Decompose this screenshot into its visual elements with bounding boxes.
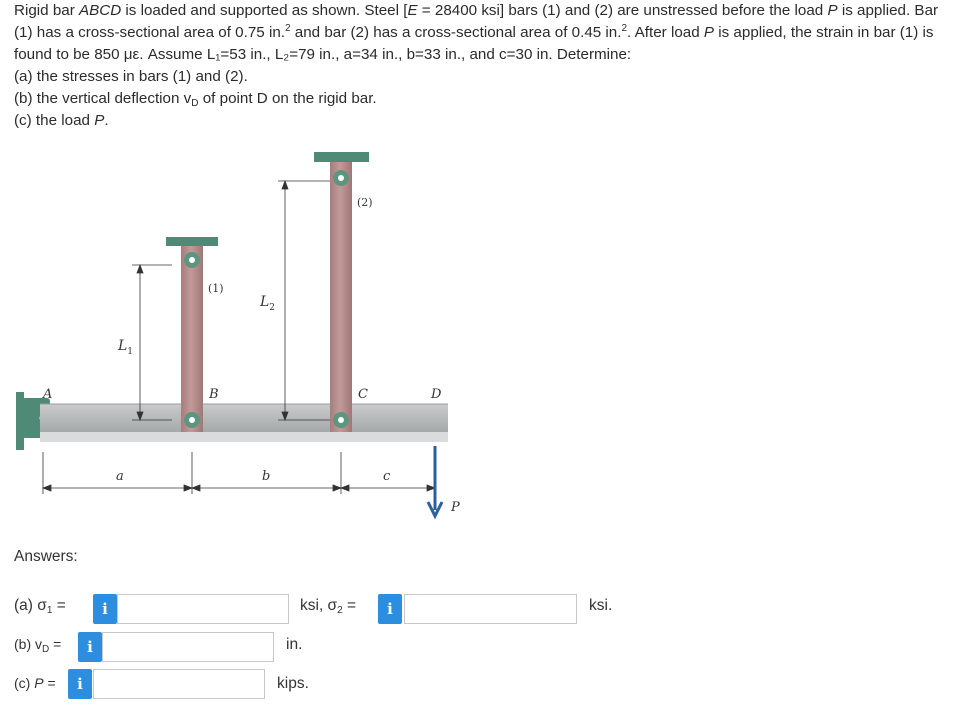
answer-a-unit: ksi. xyxy=(589,597,613,614)
answer-a-mid-label: ksi, σ2 = xyxy=(300,597,357,616)
label-a-dim: a xyxy=(116,469,124,484)
pin-bar1-top xyxy=(189,257,195,263)
pin-c xyxy=(338,417,344,423)
label-bar-2: (2) xyxy=(357,196,373,209)
label-l1: L1 xyxy=(117,338,133,357)
dimension-abc xyxy=(41,452,437,494)
label-c-point: C xyxy=(358,387,368,402)
label-c-dim: c xyxy=(383,469,391,484)
vd-input[interactable] xyxy=(102,632,274,662)
problem-line-2: (1) has a cross-sectional area of 0.75 i… xyxy=(14,23,934,42)
info-icon[interactable]: i xyxy=(68,669,92,699)
label-b-point: B xyxy=(208,387,219,402)
problem-part-b: (b) the vertical deflection vD of point … xyxy=(14,90,377,109)
problem-line-3: found to be 850 με. Assume L₁=53 in., L₂… xyxy=(14,46,632,63)
sigma1-input[interactable] xyxy=(117,594,289,624)
dimension-l1 xyxy=(132,263,172,422)
pin-b xyxy=(189,417,195,423)
rigid-bar-figure: L1 L2 (1) (2) A B C D a b c P xyxy=(16,152,460,520)
info-icon[interactable]: i xyxy=(78,632,102,662)
label-p: P xyxy=(450,500,460,515)
answer-b-label: (b) vD = xyxy=(14,636,62,655)
label-b-dim: b xyxy=(262,469,270,484)
bar-1 xyxy=(166,237,218,432)
answers-heading: Answers: xyxy=(14,548,78,565)
label-d-point: D xyxy=(430,387,442,402)
load-p-input[interactable] xyxy=(93,669,265,699)
problem-part-c: (c) the load P. xyxy=(14,112,109,129)
info-icon[interactable]: i xyxy=(378,594,402,624)
pin-bar2-top xyxy=(338,175,344,181)
label-l2: L2 xyxy=(259,294,275,313)
answer-b-unit: in. xyxy=(286,636,303,653)
sigma2-input[interactable] xyxy=(404,594,577,624)
load-p-arrow xyxy=(426,446,444,520)
answer-c-label: (c) P = xyxy=(14,675,56,691)
problem-part-a: (a) the stresses in bars (1) and (2). xyxy=(14,68,248,85)
problem-line-1: Rigid bar ABCD is loaded and supported a… xyxy=(14,2,939,19)
dimension-l2 xyxy=(278,179,330,422)
label-a-point: A xyxy=(42,387,52,402)
info-icon[interactable]: i xyxy=(93,594,117,624)
label-bar-1: (1) xyxy=(208,282,224,295)
rigid-bar-abcd xyxy=(40,403,448,442)
problem-statement: Rigid bar ABCD is loaded and supported a… xyxy=(14,0,944,132)
answer-a-label: (a) σ1 = xyxy=(14,597,66,616)
answer-c-unit: kips. xyxy=(277,675,309,692)
